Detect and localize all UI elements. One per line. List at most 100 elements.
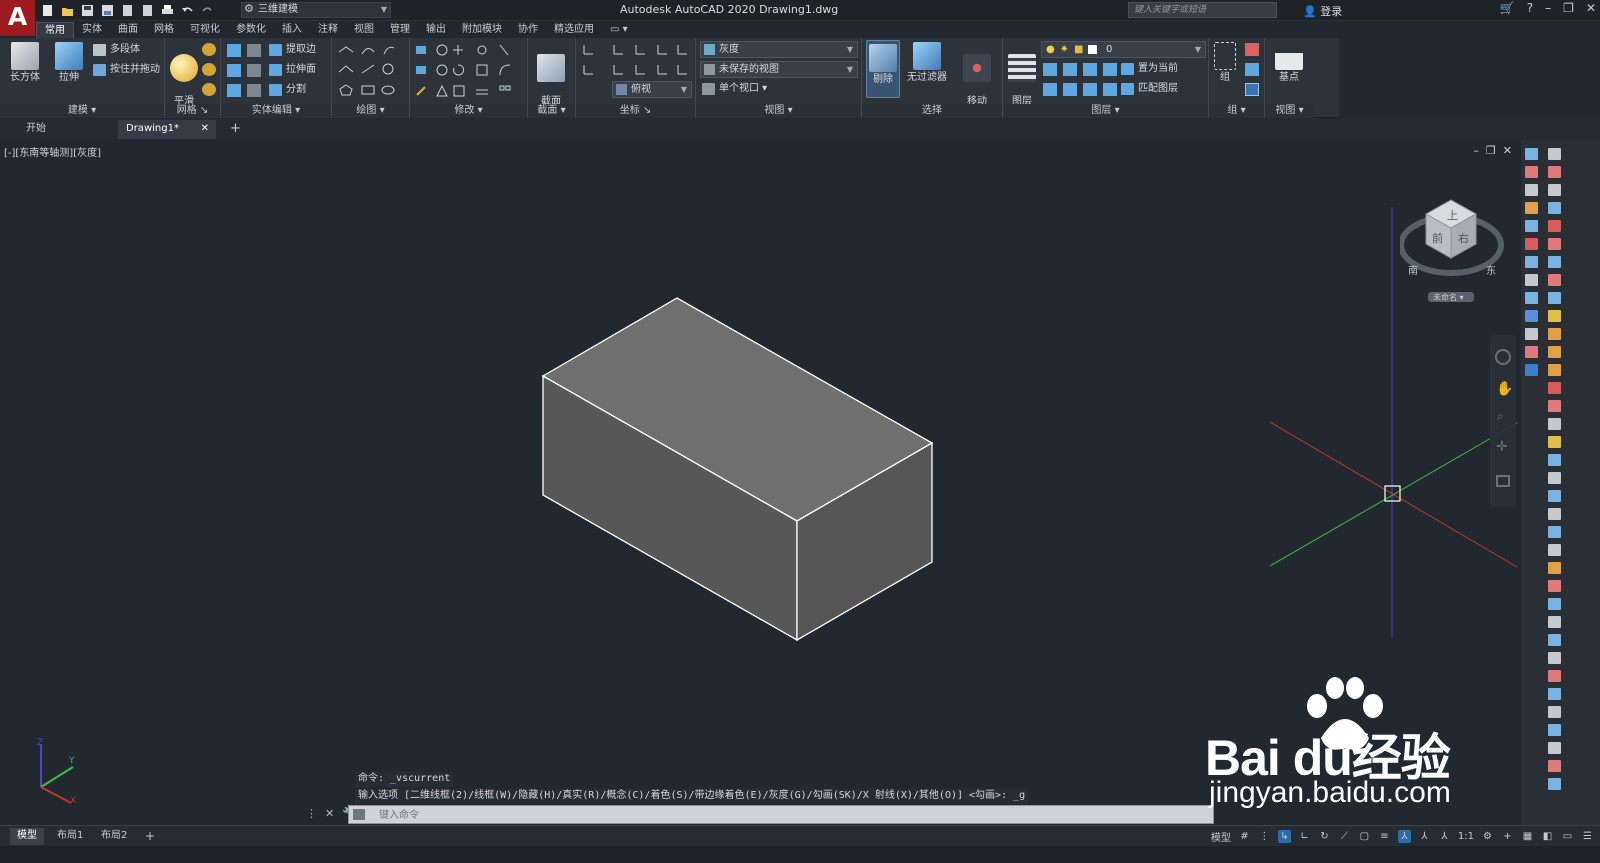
close-tab-icon[interactable]: ✕	[201, 120, 209, 138]
viewcube-front-label[interactable]: 前	[1432, 231, 1443, 245]
layer-dropdown[interactable]: ● ✷ ■ 0 ▼	[1041, 41, 1206, 58]
undo-icon[interactable]	[180, 4, 194, 18]
steering-wheel-icon[interactable]	[1495, 349, 1511, 365]
isolate-objects-icon[interactable]: ◧	[1541, 830, 1554, 843]
viewcube-top-label[interactable]: 上	[1447, 209, 1458, 222]
ribbon-tab-view[interactable]: 视图	[346, 22, 382, 38]
zoom-icon[interactable]: ⌕	[1497, 409, 1504, 424]
panel-title-modify[interactable]: 修改 ▾	[410, 104, 527, 118]
restore-button[interactable]: ❐	[1563, 1, 1574, 15]
minimize-button[interactable]: –	[1545, 1, 1551, 15]
layer-freeze-icon[interactable]	[1083, 63, 1097, 76]
layer-unlock-icon[interactable]	[1103, 83, 1117, 96]
tool-icon[interactable]	[1548, 274, 1561, 286]
panel-title-groups[interactable]: 组 ▾	[1209, 104, 1264, 118]
tool-icon[interactable]	[1525, 184, 1538, 196]
tool-icon[interactable]	[1548, 184, 1561, 196]
ucs-preset-dropdown[interactable]: 俯视 ▼	[612, 81, 692, 98]
panel-title-section[interactable]: 截面 ▾	[528, 104, 575, 118]
named-view-dropdown[interactable]: 未保存的视图 ▼	[700, 61, 858, 78]
clean-screen-icon[interactable]: ▭	[1561, 830, 1574, 843]
tab-drawing1[interactable]: Drawing1* ✕	[118, 120, 216, 139]
tool-icon[interactable]	[1548, 778, 1561, 790]
tool-icon[interactable]	[1548, 238, 1561, 250]
workspace-gear-icon[interactable]: ⚙	[1481, 830, 1494, 843]
base-view-button[interactable]: 基点	[1272, 42, 1306, 84]
panel-title-mesh[interactable]: 网格 ↘	[165, 104, 220, 118]
add-layout-button[interactable]: +	[138, 828, 162, 845]
open-folder-icon[interactable]	[60, 4, 74, 18]
app-menu-button[interactable]: A	[0, 0, 36, 36]
interfere-icon[interactable]	[247, 44, 261, 57]
save-web-icon[interactable]	[140, 4, 154, 18]
cart-icon[interactable]: 🛒	[1500, 1, 1515, 15]
tool-icon[interactable]	[1525, 166, 1538, 178]
group-select-icon[interactable]	[1245, 83, 1259, 96]
infer-constraints-icon[interactable]: ↳	[1277, 830, 1291, 843]
tool-icon[interactable]	[1548, 166, 1561, 178]
tool-icon[interactable]	[1548, 580, 1561, 592]
ribbon-tab-mesh[interactable]: 网格	[146, 22, 182, 38]
separate-button[interactable]: 分割	[269, 82, 306, 98]
panel-title-view[interactable]: 视图 ▾	[696, 104, 861, 118]
tool-icon[interactable]	[1548, 472, 1561, 484]
box-solid[interactable]	[541, 297, 934, 642]
tool-icon[interactable]	[1525, 148, 1538, 160]
help-search-input[interactable]: 键入关键字或短语	[1128, 2, 1277, 18]
add-icon[interactable]: +	[1501, 830, 1514, 843]
ribbon-tab-visualize[interactable]: 可视化	[182, 22, 228, 38]
ribbon-tab-addins[interactable]: 附加模块	[454, 22, 510, 38]
ribbon-tab-output[interactable]: 输出	[418, 22, 454, 38]
tool-icon[interactable]	[1548, 220, 1561, 232]
login-button[interactable]: 👤 登录	[1303, 3, 1342, 19]
tool-icon[interactable]	[1548, 760, 1561, 772]
close-command-line-icon[interactable]: ✕	[325, 807, 334, 820]
tool-icon[interactable]	[1525, 292, 1538, 304]
pan-icon[interactable]: ✋	[1496, 381, 1513, 397]
tool-icon[interactable]	[1548, 454, 1561, 466]
panel-title-coordinates[interactable]: 坐标 ↘	[576, 104, 695, 118]
tool-icon[interactable]	[1525, 364, 1538, 376]
command-grip-icon[interactable]: ⋮	[306, 807, 317, 820]
orbit-icon[interactable]: ✛	[1496, 439, 1508, 455]
ribbon-tab-insert[interactable]: 插入	[274, 22, 310, 38]
workspace-dropdown[interactable]: ⚙ 三维建模 ▼	[241, 2, 391, 18]
layer-lock-icon[interactable]	[1103, 63, 1117, 76]
ribbon-tab-solid[interactable]: 实体	[74, 22, 110, 38]
polysolid-button[interactable]: 多段体	[93, 42, 140, 58]
layer-on-icon[interactable]	[1043, 83, 1057, 96]
tool-icon[interactable]	[1548, 688, 1561, 700]
tool-icon[interactable]	[1548, 634, 1561, 646]
hardware-acceleration-icon[interactable]: ▦	[1521, 830, 1534, 843]
viewport-config-button[interactable]: 单个视口 ▾	[702, 81, 767, 97]
tab-start[interactable]: 开始	[18, 120, 118, 139]
viewcube-right-label[interactable]: 右	[1458, 231, 1469, 245]
tool-icon[interactable]	[1548, 598, 1561, 610]
ribbon-tab-annotate[interactable]: 注释	[310, 22, 346, 38]
layer-isolate-icon[interactable]	[1063, 63, 1077, 76]
set-current-button[interactable]: 置为当前	[1121, 61, 1178, 77]
annotation-scale-value[interactable]: 1:1	[1458, 831, 1474, 842]
ortho-icon[interactable]: ∟	[1298, 830, 1311, 843]
snap-icon[interactable]: ⋮	[1258, 830, 1271, 843]
panel-title-modeling[interactable]: 建模 ▾	[0, 104, 164, 118]
extrude-button[interactable]: 拉伸	[52, 42, 86, 84]
mesh-smooth-less-icon[interactable]	[202, 63, 216, 76]
tool-icon[interactable]	[1525, 220, 1538, 232]
tool-icon[interactable]	[1525, 274, 1538, 286]
tool-icon[interactable]	[1548, 526, 1561, 538]
ribbon-tab-surface[interactable]: 曲面	[110, 22, 146, 38]
tool-icon[interactable]	[1525, 328, 1538, 340]
redo-icon[interactable]	[200, 4, 214, 18]
ribbon-tab-featured-apps[interactable]: 精选应用	[546, 22, 602, 38]
tool-icon[interactable]	[1548, 562, 1561, 574]
model-space-toggle[interactable]: 模型	[1211, 829, 1231, 844]
annotation-visibility-icon[interactable]: ⅄	[1418, 830, 1431, 843]
culling-button[interactable]: 剔除	[866, 40, 900, 98]
annotation-scale-icon[interactable]: ⅄	[1438, 830, 1451, 843]
tool-icon[interactable]	[1548, 706, 1561, 718]
layer-thaw-icon[interactable]	[1083, 83, 1097, 96]
tool-icon[interactable]	[1525, 202, 1538, 214]
match-layer-button[interactable]: 匹配图层	[1121, 81, 1178, 97]
ribbon-tab-manage[interactable]: 管理	[382, 22, 418, 38]
